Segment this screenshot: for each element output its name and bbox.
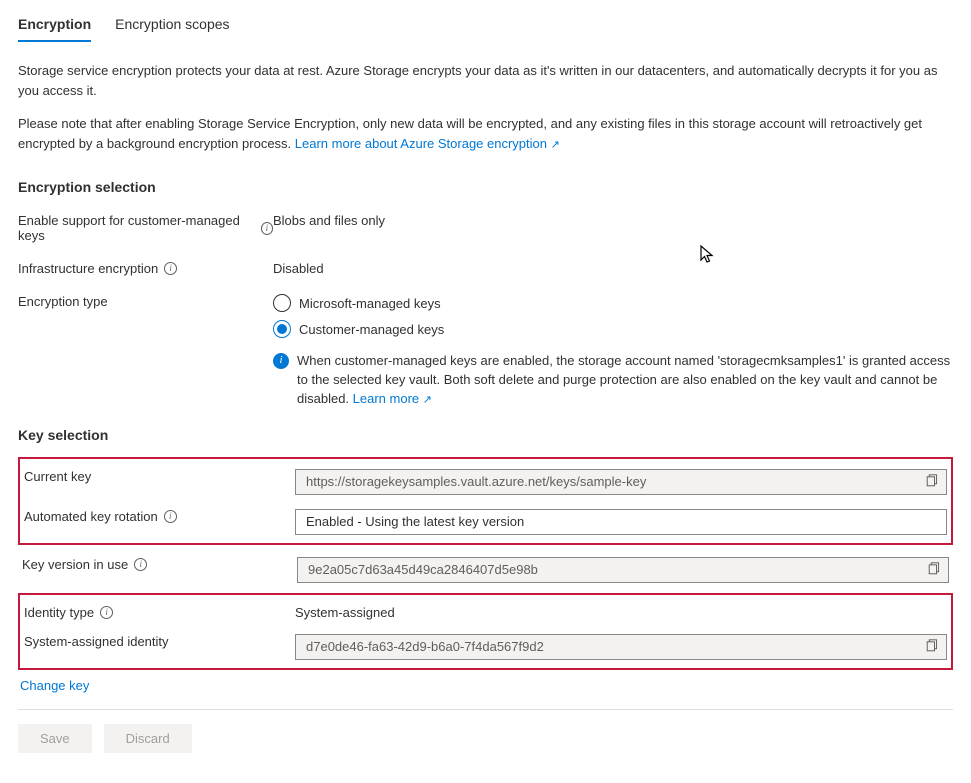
current-key-field: https://storagekeysamples.vault.azure.ne… — [295, 469, 947, 495]
key-version-label: Key version in use — [22, 557, 128, 572]
section-encryption-selection-heading: Encryption selection — [18, 179, 953, 195]
row-cmk-support: Enable support for customer-managed keys… — [18, 209, 953, 243]
learn-more-storage-encryption-link[interactable]: Learn more about Azure Storage encryptio… — [295, 136, 560, 151]
button-row: Save Discard — [18, 724, 953, 753]
system-assigned-identity-value: d7e0de46-fa63-42d9-b6a0-7f4da567f9d2 — [306, 639, 924, 654]
infra-encryption-label: Infrastructure encryption — [18, 261, 158, 276]
description-1: Storage service encryption protects your… — [18, 61, 953, 100]
highlight-box-2: Identity type i System-assigned System-a… — [18, 593, 953, 670]
divider — [18, 709, 953, 710]
tab-encryption-scopes[interactable]: Encryption scopes — [115, 10, 229, 42]
auto-rotation-value: Enabled - Using the latest key version — [306, 514, 524, 529]
auto-rotation-label: Automated key rotation — [24, 509, 158, 524]
identity-type-value: System-assigned — [295, 601, 947, 620]
learn-more-cmk-text: Learn more — [353, 391, 419, 406]
highlight-box-1: Current key https://storagekeysamples.va… — [18, 457, 953, 545]
radio-icon — [273, 294, 291, 312]
radio-customer-managed[interactable]: Customer-managed keys — [273, 320, 953, 338]
change-key-link[interactable]: Change key — [20, 678, 89, 693]
encryption-type-radio-group: Microsoft-managed keys Customer-managed … — [273, 294, 953, 409]
current-key-value: https://storagekeysamples.vault.azure.ne… — [306, 474, 924, 489]
save-button[interactable]: Save — [18, 724, 92, 753]
row-auto-rotation: Automated key rotation i Enabled - Using… — [24, 505, 947, 535]
cmk-info-banner: i When customer-managed keys are enabled… — [273, 352, 953, 409]
row-current-key: Current key https://storagekeysamples.va… — [24, 465, 947, 495]
row-system-assigned-identity: System-assigned identity d7e0de46-fa63-4… — [24, 630, 947, 660]
radio-microsoft-managed-label: Microsoft-managed keys — [299, 296, 441, 311]
row-key-version: Key version in use i 9e2a05c7d63a45d49ca… — [18, 553, 953, 583]
copy-icon[interactable] — [926, 562, 942, 578]
row-identity-type: Identity type i System-assigned — [24, 601, 947, 620]
system-assigned-identity-field: d7e0de46-fa63-42d9-b6a0-7f4da567f9d2 — [295, 634, 947, 660]
copy-icon[interactable] — [924, 639, 940, 655]
info-icon[interactable]: i — [261, 222, 273, 235]
radio-icon — [273, 320, 291, 338]
copy-icon[interactable] — [924, 474, 940, 490]
key-version-value: 9e2a05c7d63a45d49ca2846407d5e98b — [308, 562, 926, 577]
info-icon: i — [273, 353, 289, 369]
external-link-icon: ↗ — [423, 394, 432, 406]
learn-more-cmk-link[interactable]: Learn more ↗ — [353, 391, 432, 406]
info-icon[interactable]: i — [164, 510, 177, 523]
row-infra-encryption: Infrastructure encryption i Disabled — [18, 257, 953, 276]
cmk-support-value: Blobs and files only — [273, 209, 953, 228]
description-2: Please note that after enabling Storage … — [18, 114, 953, 153]
learn-more-storage-encryption-text: Learn more about Azure Storage encryptio… — [295, 136, 547, 151]
infra-encryption-value: Disabled — [273, 257, 953, 276]
identity-type-label: Identity type — [24, 605, 94, 620]
tab-bar: Encryption Encryption scopes — [18, 10, 953, 43]
external-link-icon: ↗ — [551, 139, 560, 151]
cmk-support-label: Enable support for customer-managed keys — [18, 213, 255, 243]
discard-button[interactable]: Discard — [104, 724, 192, 753]
info-icon[interactable]: i — [164, 262, 177, 275]
radio-customer-managed-label: Customer-managed keys — [299, 322, 444, 337]
tab-encryption[interactable]: Encryption — [18, 10, 91, 42]
section-key-selection-heading: Key selection — [18, 427, 953, 443]
encryption-type-label: Encryption type — [18, 294, 108, 309]
info-icon[interactable]: i — [100, 606, 113, 619]
auto-rotation-field[interactable]: Enabled - Using the latest key version — [295, 509, 947, 535]
radio-microsoft-managed[interactable]: Microsoft-managed keys — [273, 294, 953, 312]
row-encryption-type: Encryption type Microsoft-managed keys C… — [18, 290, 953, 409]
info-icon[interactable]: i — [134, 558, 147, 571]
system-assigned-identity-label: System-assigned identity — [24, 634, 169, 649]
key-version-field: 9e2a05c7d63a45d49ca2846407d5e98b — [297, 557, 949, 583]
current-key-label: Current key — [24, 469, 91, 484]
